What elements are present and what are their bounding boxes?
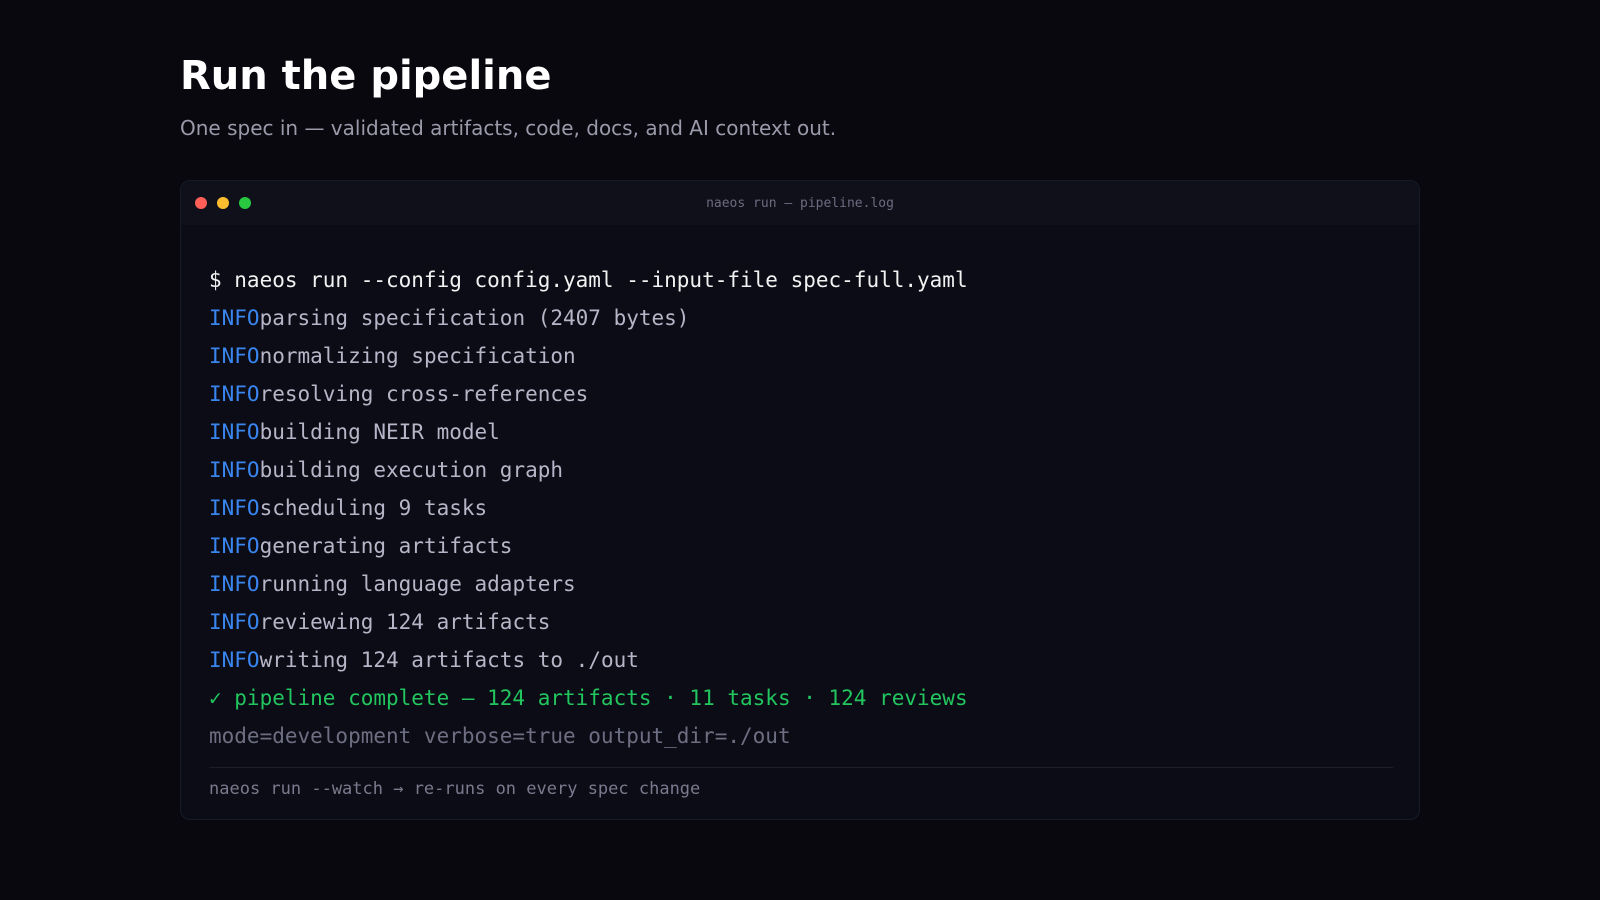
log-message: parsing specification (2407 bytes) bbox=[259, 306, 690, 330]
log-message: building execution graph bbox=[259, 458, 564, 482]
log-level-badge: INFO bbox=[209, 344, 260, 368]
command-line: $ naeos run --config config.yaml --input… bbox=[209, 268, 968, 292]
log-level-badge: INFO bbox=[209, 610, 260, 634]
log-level-badge: INFO bbox=[209, 420, 260, 444]
log-message: normalizing specification bbox=[259, 344, 576, 368]
terminal-output[interactable]: $ naeos run --config config.yaml --input… bbox=[209, 261, 1393, 755]
log-line: INFOscheduling 9 tasks bbox=[209, 489, 1393, 527]
log-level-badge: INFO bbox=[209, 382, 260, 406]
run-meta-line: mode=development verbose=true output_dir… bbox=[209, 724, 791, 748]
log-level-badge: INFO bbox=[209, 306, 260, 330]
log-level-badge: INFO bbox=[209, 534, 260, 558]
log-message: generating artifacts bbox=[259, 534, 513, 558]
log-line: INFOparsing specification (2407 bytes) bbox=[209, 299, 1393, 337]
log-message: scheduling 9 tasks bbox=[259, 496, 488, 520]
log-message: building NEIR model bbox=[259, 420, 500, 444]
log-line: INFOresolving cross-references bbox=[209, 375, 1393, 413]
watch-hint: naeos run --watch → re-runs on every spe… bbox=[209, 779, 701, 799]
success-line: ✓ pipeline complete — 124 artifacts · 11… bbox=[209, 686, 968, 710]
log-level-badge: INFO bbox=[209, 496, 260, 520]
terminal-window: naeos run — pipeline.log $ naeos run --c… bbox=[180, 180, 1420, 820]
log-line: INFObuilding NEIR model bbox=[209, 413, 1393, 451]
log-level-badge: INFO bbox=[209, 458, 260, 482]
log-message: writing 124 artifacts to ./out bbox=[259, 648, 639, 672]
log-line: INFOrunning language adapters bbox=[209, 565, 1393, 603]
log-line: INFOreviewing 124 artifacts bbox=[209, 603, 1393, 641]
log-level-badge: INFO bbox=[209, 572, 260, 596]
log-line: INFObuilding execution graph bbox=[209, 451, 1393, 489]
log-message: resolving cross-references bbox=[259, 382, 589, 406]
page-title: Run the pipeline bbox=[180, 53, 552, 99]
terminal-window-title: naeos run — pipeline.log bbox=[706, 196, 894, 211]
footer-divider bbox=[209, 767, 1393, 768]
log-line: INFOnormalizing specification bbox=[209, 337, 1393, 375]
log-line: INFOgenerating artifacts bbox=[209, 527, 1393, 565]
page-subtitle: One spec in — validated artifacts, code,… bbox=[180, 116, 837, 140]
log-message: reviewing 124 artifacts bbox=[259, 610, 551, 634]
terminal-titlebar: naeos run — pipeline.log bbox=[181, 181, 1419, 225]
log-line: INFOwriting 124 artifacts to ./out bbox=[209, 641, 1393, 679]
log-message: running language adapters bbox=[259, 572, 576, 596]
log-level-badge: INFO bbox=[209, 648, 260, 672]
